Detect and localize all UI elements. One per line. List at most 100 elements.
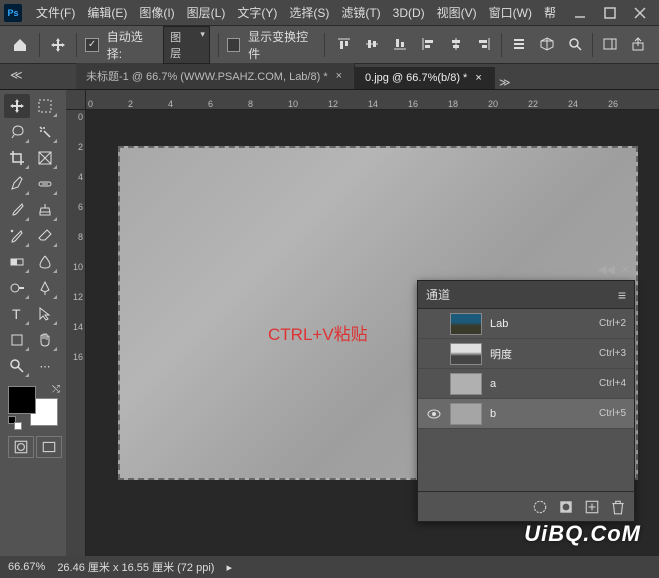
eraser-tool[interactable]: [32, 224, 58, 248]
align-bottom-icon[interactable]: [389, 33, 411, 55]
menu-window[interactable]: 窗口(W): [483, 0, 538, 25]
align-hcenter-icon[interactable]: [445, 33, 467, 55]
home-button[interactable]: [10, 34, 31, 56]
type-tool[interactable]: T: [4, 302, 30, 326]
channel-row-b[interactable]: b Ctrl+5: [418, 399, 634, 429]
edit-toolbar-button[interactable]: ⋯: [32, 354, 58, 378]
menu-view[interactable]: 视图(V): [431, 0, 483, 25]
magic-wand-tool[interactable]: [32, 120, 58, 144]
menu-help[interactable]: 帮: [538, 0, 562, 25]
panel-collapse-icon[interactable]: ≪: [10, 68, 23, 82]
window-maximize-button[interactable]: [595, 2, 625, 24]
visibility-toggle[interactable]: [426, 406, 442, 422]
channel-shortcut: Ctrl+4: [599, 378, 626, 389]
channel-row-a[interactable]: a Ctrl+4: [418, 369, 634, 399]
menu-image[interactable]: 图像(I): [133, 0, 180, 25]
align-vcenter-icon[interactable]: [361, 33, 383, 55]
show-transform-checkbox[interactable]: [227, 38, 240, 52]
menu-type[interactable]: 文字(Y): [231, 0, 283, 25]
window-close-button[interactable]: [625, 2, 655, 24]
align-left-icon[interactable]: [417, 33, 439, 55]
show-transform-label: 显示变换控件: [248, 28, 316, 62]
panel-collapse-icon[interactable]: ◀◀: [598, 263, 615, 276]
color-swatches[interactable]: ⤭: [8, 386, 58, 426]
auto-select-target-dropdown[interactable]: 图层: [163, 26, 210, 64]
foreground-color[interactable]: [8, 386, 36, 414]
info-chevron-icon[interactable]: ▸: [226, 561, 232, 574]
options-bar: 自动选择: 图层 显示变换控件: [0, 26, 659, 64]
document-tab-1[interactable]: 未标题-1 @ 66.7% (WWW.PSAHZ.COM, Lab/8) * ×: [76, 63, 355, 89]
marquee-tool[interactable]: [32, 94, 58, 118]
channel-row-lab[interactable]: Lab Ctrl+2: [418, 309, 634, 339]
screen-mode-button[interactable]: [36, 436, 62, 458]
document-tab-2[interactable]: 0.jpg @ 66.7%(b/8) * ×: [355, 67, 495, 89]
horizontal-ruler[interactable]: 02468101214161820222426: [86, 90, 659, 110]
move-tool-indicator-icon[interactable]: [48, 34, 69, 56]
frame-tool[interactable]: [32, 146, 58, 170]
eyedropper-tool[interactable]: [4, 172, 30, 196]
panel-close-icon[interactable]: ✕: [621, 263, 630, 276]
blur-tool[interactable]: [32, 250, 58, 274]
divider: [39, 33, 40, 57]
dodge-tool[interactable]: [4, 276, 30, 300]
lasso-tool[interactable]: [4, 120, 30, 144]
close-icon[interactable]: ×: [473, 72, 483, 84]
channel-shortcut: Ctrl+5: [599, 408, 626, 419]
visibility-toggle[interactable]: [426, 316, 442, 332]
auto-select-checkbox[interactable]: [85, 38, 98, 52]
zoom-level[interactable]: 66.67%: [8, 561, 45, 573]
history-brush-tool[interactable]: [4, 224, 30, 248]
gradient-tool[interactable]: [4, 250, 30, 274]
visibility-toggle[interactable]: [426, 376, 442, 392]
panel-menu-icon[interactable]: ≡: [618, 287, 626, 303]
pen-tool[interactable]: [32, 276, 58, 300]
channels-panel-footer: [418, 491, 634, 521]
menu-3d[interactable]: 3D(D): [387, 2, 431, 24]
tabs-overflow-icon[interactable]: ≫: [495, 76, 515, 89]
menu-file[interactable]: 文件(F): [30, 0, 81, 25]
channel-name: 明度: [490, 346, 591, 362]
menu-edit[interactable]: 编辑(E): [81, 0, 133, 25]
channel-thumbnail: [450, 373, 482, 395]
default-colors-icon[interactable]: [8, 416, 20, 428]
channel-row-lightness[interactable]: 明度 Ctrl+3: [418, 339, 634, 369]
menu-layer[interactable]: 图层(L): [181, 0, 232, 25]
clone-stamp-tool[interactable]: [32, 198, 58, 222]
document-tabs: 未标题-1 @ 66.7% (WWW.PSAHZ.COM, Lab/8) * ×…: [0, 64, 659, 90]
move-tool[interactable]: [4, 94, 30, 118]
share-icon[interactable]: [627, 33, 649, 55]
brush-tool[interactable]: [4, 198, 30, 222]
menu-select[interactable]: 选择(S): [283, 0, 335, 25]
delete-channel-icon[interactable]: [610, 499, 626, 515]
quick-mask-button[interactable]: [8, 436, 34, 458]
align-right-icon[interactable]: [473, 33, 495, 55]
channel-thumbnail: [450, 403, 482, 425]
document-info[interactable]: 26.46 厘米 x 16.55 厘米 (72 ppi): [57, 559, 214, 575]
channel-thumbnail: [450, 313, 482, 335]
ruler-origin[interactable]: [66, 90, 86, 110]
workspace-icon[interactable]: [599, 33, 621, 55]
3d-mode-icon[interactable]: [536, 33, 558, 55]
window-minimize-button[interactable]: [565, 2, 595, 24]
shape-tool[interactable]: [4, 328, 30, 352]
path-selection-tool[interactable]: [32, 302, 58, 326]
menu-filter[interactable]: 滤镜(T): [335, 0, 386, 25]
divider: [76, 33, 77, 57]
distribute-icon[interactable]: [508, 33, 530, 55]
hand-tool[interactable]: [32, 328, 58, 352]
toolbox: T ⋯ ⤭: [0, 90, 66, 556]
healing-brush-tool[interactable]: [32, 172, 58, 196]
save-selection-icon[interactable]: [558, 499, 574, 515]
vertical-ruler[interactable]: 0246810121416: [66, 110, 86, 556]
visibility-toggle[interactable]: [426, 346, 442, 362]
align-top-icon[interactable]: [333, 33, 355, 55]
close-icon[interactable]: ×: [334, 70, 344, 82]
channels-panel[interactable]: ◀◀ ✕ 通道 ≡ Lab Ctrl+2 明度 Ctrl+3 a Ctrl+4 …: [417, 280, 635, 522]
swap-colors-icon[interactable]: ⤭: [52, 384, 60, 395]
channels-tab[interactable]: 通道: [426, 286, 450, 303]
zoom-tool[interactable]: [4, 354, 30, 378]
crop-tool[interactable]: [4, 146, 30, 170]
search-icon[interactable]: [564, 33, 586, 55]
load-selection-icon[interactable]: [532, 499, 548, 515]
new-channel-icon[interactable]: [584, 499, 600, 515]
